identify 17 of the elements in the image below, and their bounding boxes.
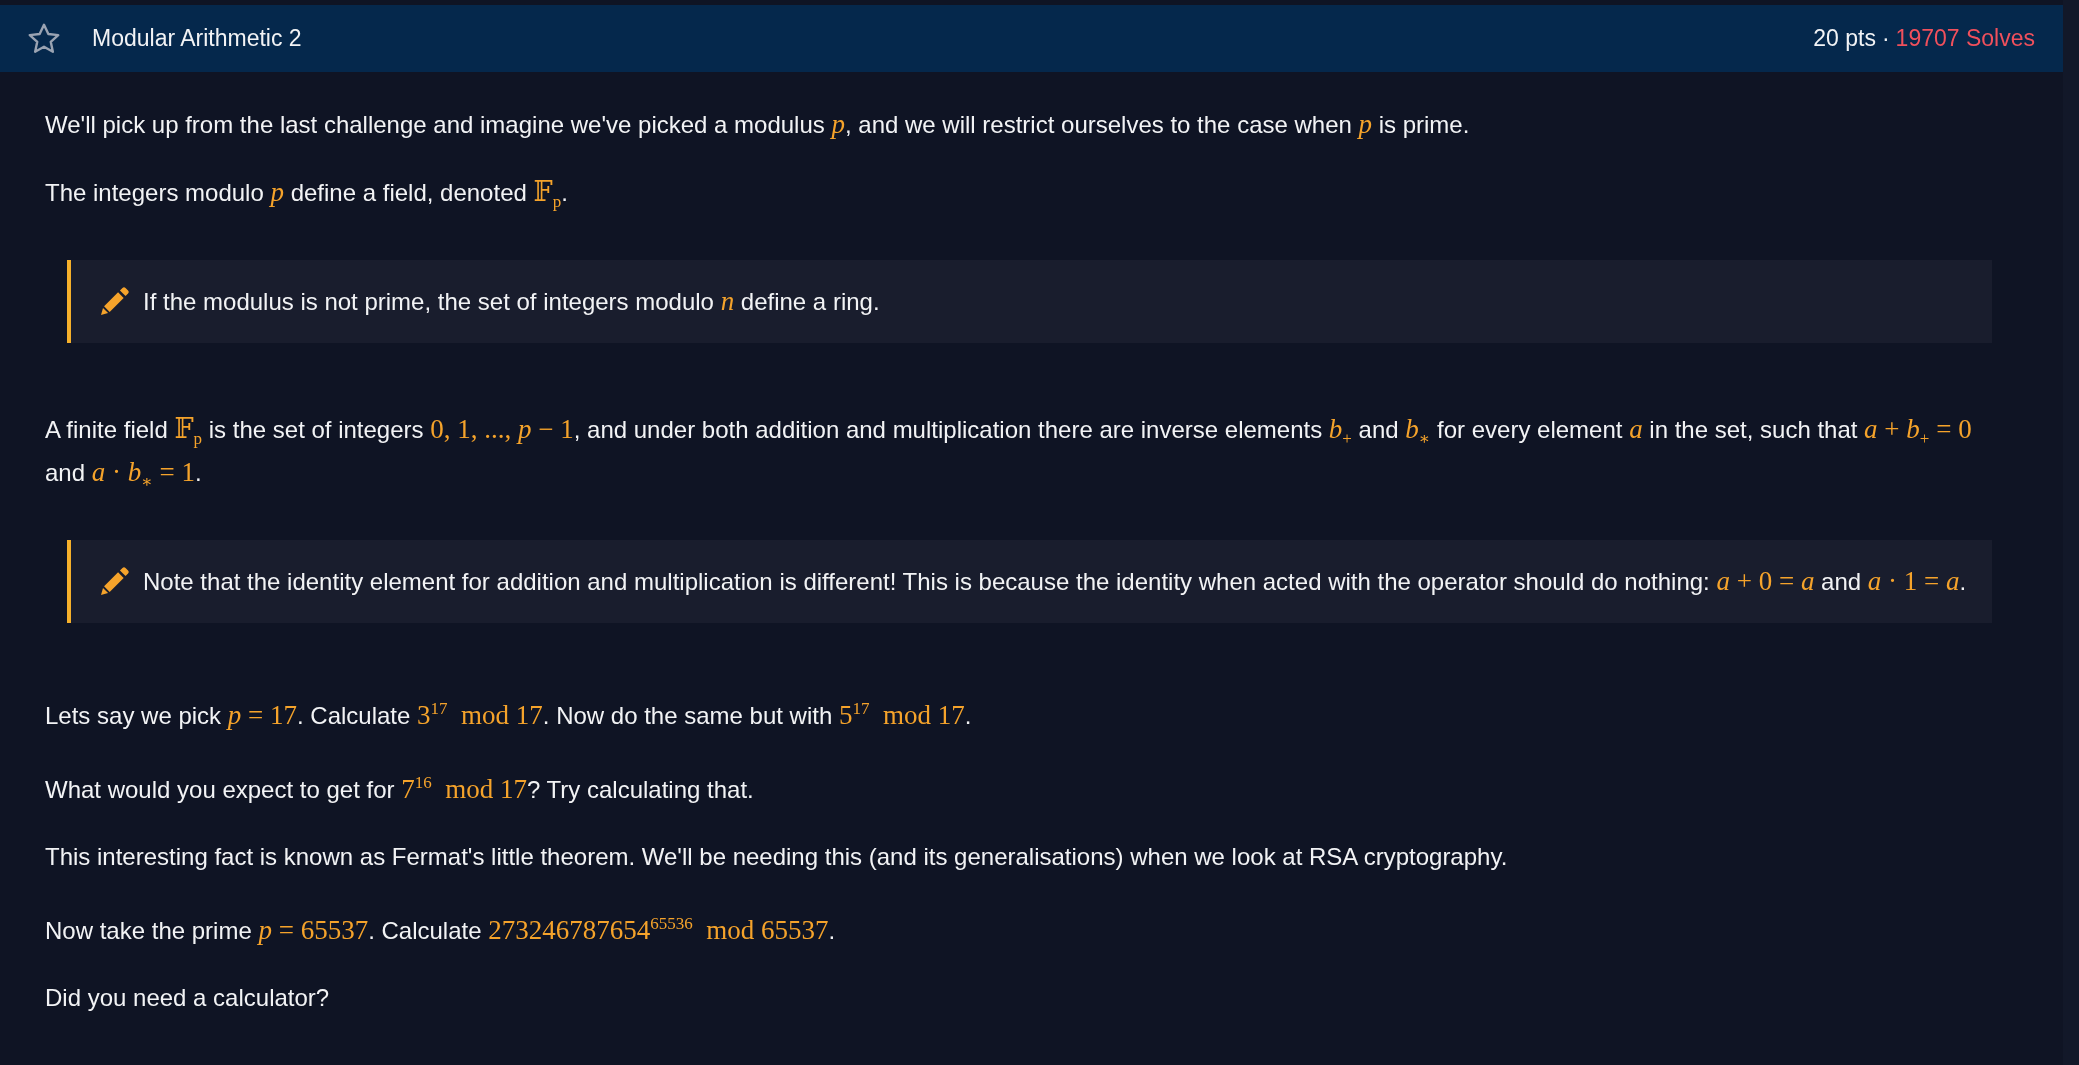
- points-label: 20 pts: [1813, 25, 1876, 52]
- scrollbar[interactable]: [2063, 0, 2079, 1065]
- challenge-title: Modular Arithmetic 2: [92, 25, 302, 52]
- paragraph: A finite field 𝔽$_{p}$ is the set of integers 0, 1, ..., p − 1, and under both addition and multiplication there are inverse elements b$_{+}$ and b$_{∗}$ for every element a in the set, such that a + b$_{+}$ = 0 and a · b$_{∗}$ = 1.: [45, 413, 1973, 494]
- note-text: If the modulus is not prime, the set of integers modulo n define a ring.: [143, 288, 880, 316]
- paragraph: We'll pick up from the last challenge and imagine we've picked a modulus p, and we will restrict ourselves to the case when p is prime.: [45, 108, 1471, 141]
- pencil-icon: [99, 285, 131, 318]
- solves-count: 19707 Solves: [1895, 25, 2035, 52]
- paragraph: What would you expect to get for 7$^{16}$ mod 17? Try calculating that.: [45, 772, 755, 807]
- paragraph: Now take the prime p = 65537. Calculate 273246787654$^{65536}$ mod 65537.: [45, 913, 837, 948]
- note-text: Note that the identity element for addition and multiplication is different! This is because the identity when acted with the operator should do nothing: a + 0 = a and a · 1 = a.: [143, 568, 1967, 596]
- paragraph: Lets say we pick p = 17. Calculate 3$^{17}$ mod 17. Now do the same but with 5$^{17}$ mod 17.: [45, 698, 973, 733]
- separator-dot: ·: [1881, 25, 1890, 52]
- paragraph: The integers modulo p define a field, denoted 𝔽$_{p}$.: [45, 176, 569, 214]
- paragraph: Did you need a calculator?: [45, 983, 331, 1014]
- paragraph: This interesting fact is known as Fermat's little theorem. We'll be needing this (and its generalisations) when we look at RSA cryptography.: [45, 842, 1509, 873]
- pencil-icon: [99, 565, 131, 598]
